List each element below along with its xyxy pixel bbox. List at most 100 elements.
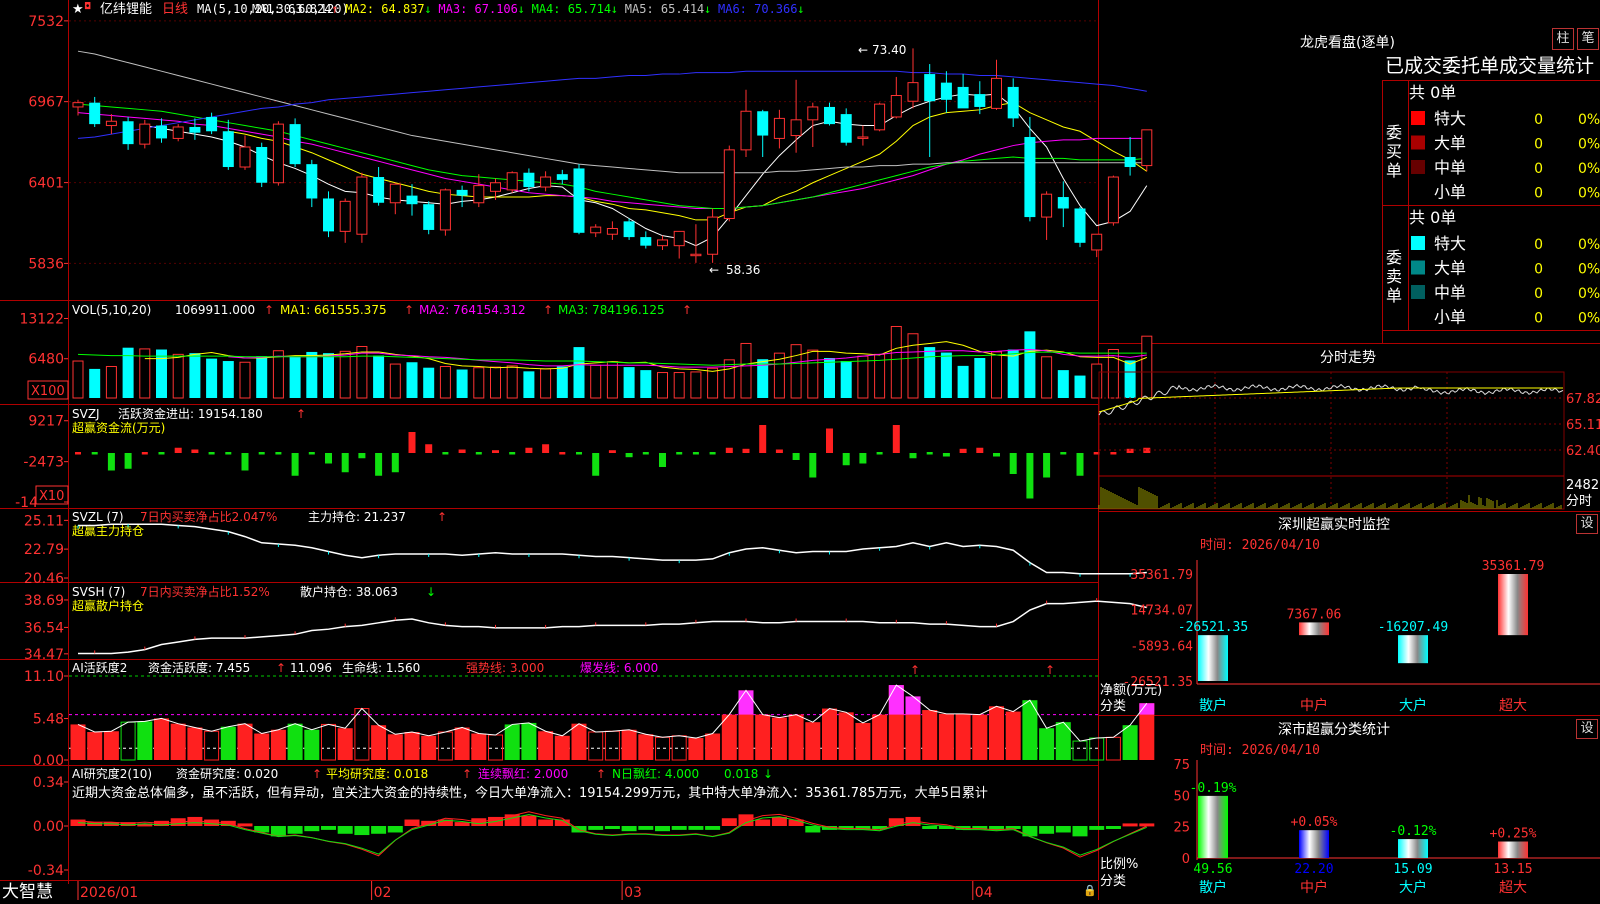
svzl-line-path: [78, 523, 1147, 575]
order-row-value: 0: [1534, 161, 1543, 177]
order-total: 共 0单: [1409, 208, 1456, 227]
aiact-bar: [120, 721, 136, 761]
aires-bar: [237, 823, 253, 827]
sz-time: 时间: 2026/04/10: [1200, 538, 1320, 553]
volume-bar: [389, 363, 401, 399]
svzj-bar: [308, 452, 315, 455]
ai-res-label: 资金研究度: 0.020: [176, 766, 278, 781]
volume-bar: [473, 367, 485, 399]
ss-settings-button[interactable]: 设: [1576, 719, 1598, 739]
candle-body-down: [406, 195, 418, 205]
aiact-bar: [137, 721, 153, 760]
aiact-top: [905, 696, 921, 715]
bar-mode-button[interactable]: 柱: [1552, 28, 1574, 50]
candle-body-down: [1024, 136, 1036, 218]
aiact-bar: [170, 723, 186, 760]
volume-bar: [506, 365, 518, 399]
volume-bar: [974, 358, 986, 398]
aires-bar: [387, 826, 403, 833]
aiact-bar: [371, 725, 387, 760]
svzj-bar: [341, 453, 349, 473]
volume-bar: [356, 345, 368, 399]
aiact-bar: [220, 726, 236, 760]
aiact-bar: [604, 730, 620, 761]
svzl-line: [77, 523, 1147, 577]
minute-tick: 24823: [1566, 478, 1600, 493]
order-side-char: 卖: [1386, 267, 1402, 286]
svzj-bar: [1110, 452, 1117, 455]
period-label[interactable]: 日线: [162, 2, 188, 17]
volume-bar: [456, 369, 468, 398]
lock-icon[interactable]: 🔒: [1083, 884, 1097, 897]
aiact-bar: [1039, 728, 1055, 760]
candle-body-down: [957, 86, 969, 109]
candle-body-up: [473, 185, 485, 204]
candle-body-up: [389, 183, 401, 204]
aiact-top: [1139, 703, 1155, 715]
sz-tick: 14734.07: [1130, 604, 1193, 619]
aiact-bar: [304, 729, 320, 760]
aires-bar: [805, 826, 821, 833]
volume-bar: [1057, 370, 1069, 398]
candle-body-up: [773, 117, 785, 139]
ma-value-6: MA6: 70.366: [718, 2, 797, 16]
svzj-bar: [892, 425, 900, 453]
sz-monitor-chart: 35361.7914734.07-5893.64-26521.35-26521.…: [1123, 559, 1600, 714]
order-row-pct: 0%: [1578, 286, 1600, 302]
high-arrow-icon: ←: [858, 43, 868, 57]
aires-bar: [1072, 826, 1088, 837]
svzl-tick: 20.46: [24, 571, 64, 587]
aires-bar: [1039, 826, 1055, 834]
date-label: 04: [975, 885, 993, 900]
aiact-bar: [922, 710, 938, 760]
volume-bar: [606, 361, 618, 399]
svzj-bar: [275, 452, 282, 455]
svzj-bar: [909, 453, 917, 459]
tick-mode-button[interactable]: 笔: [1577, 28, 1599, 50]
star-icon[interactable]: ★: [72, 2, 84, 17]
aires-bar: [538, 819, 554, 826]
sz-category: 大户: [1399, 697, 1427, 714]
ai-activity-header: AI活跃度2 资金活跃度: 7.455 ↑ 11.096 生命线: 1.560 …: [72, 660, 658, 675]
chart-canvas[interactable]: ★ ◘ 亿纬锂能 日线 MA(5,10,20,30,60,120) MA1: 6…: [0, 0, 1600, 902]
ai-research-bars: [70, 811, 1155, 858]
order-row-value: 0: [1534, 186, 1543, 202]
aiact-bar: [805, 722, 821, 760]
aiact-bar: [855, 722, 871, 760]
candle-body-up: [1041, 193, 1053, 218]
sz-settings-button[interactable]: 设: [1576, 514, 1598, 534]
svzj-bar: [759, 425, 767, 453]
svzj-bar: [709, 452, 716, 455]
candle-body-up: [673, 230, 685, 247]
volume-bar: [1124, 360, 1136, 398]
candle-body-up: [723, 149, 735, 219]
ss-tick: 75: [1173, 758, 1190, 773]
aires-bar: [354, 826, 370, 836]
ss-title: 深市超赢分类统计: [1278, 721, 1390, 738]
minute-chart[interactable]: 67.82 65.11 62.40 24823分时: [1098, 371, 1600, 510]
sz-title: 深圳超赢实时监控: [1278, 516, 1390, 533]
aiact-bar: [154, 718, 169, 760]
minute-tick: 65.11: [1566, 418, 1600, 433]
aiact-bar: [254, 733, 270, 760]
volume-bar: [289, 356, 301, 398]
candle-body-down: [1124, 157, 1136, 168]
candle-body-up: [1107, 176, 1119, 224]
order-row-name: 中单: [1434, 283, 1466, 302]
low-arrow-icon: ←: [709, 263, 719, 277]
alert-icon[interactable]: ◘: [84, 2, 91, 12]
aiact-top: [738, 690, 754, 715]
svzj-bar: [959, 448, 967, 453]
stock-name[interactable]: 亿纬锂能: [100, 2, 152, 17]
volume-bar: [439, 365, 451, 399]
svzj-bar: [107, 453, 115, 471]
ai-res-title: AI研究度2(10): [72, 766, 152, 781]
aiact-tick: 5.48: [33, 712, 64, 728]
ma-arrow-icon-6: ↓: [797, 2, 804, 16]
ma4-line: [77, 103, 1147, 209]
svzj-arrow-icon: ↑: [296, 407, 306, 421]
price-extremes: 73.40 58.36 ← ←: [709, 43, 906, 277]
volume-bar: [373, 355, 385, 398]
aiact-bar: [638, 734, 654, 760]
candle-body-down: [373, 177, 385, 203]
